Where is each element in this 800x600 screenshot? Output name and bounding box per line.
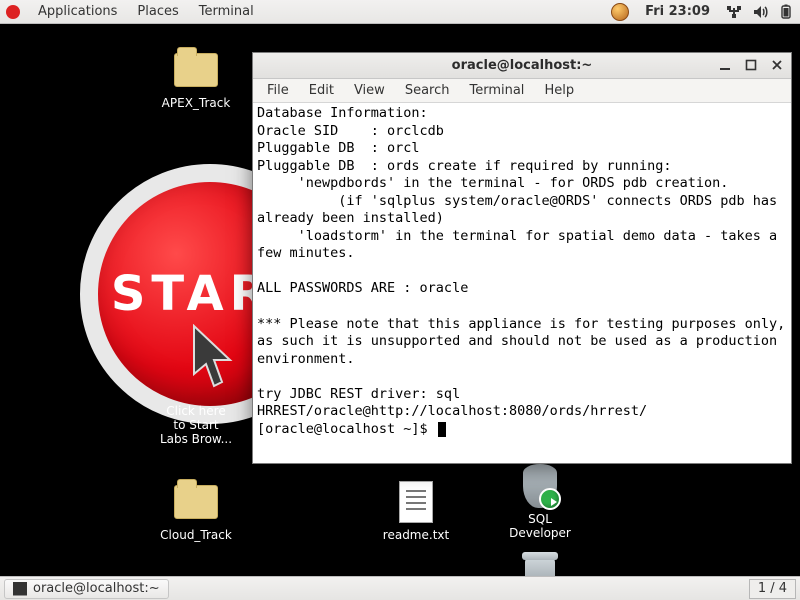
terminal-cursor <box>438 422 446 437</box>
term-menu-view[interactable]: View <box>346 81 393 100</box>
desktop-icon-start-labs[interactable]: Click here to Start Labs Brow... <box>146 404 246 446</box>
icon-label: SQL <box>528 512 552 526</box>
desktop-icon-cloud-track[interactable]: Cloud_Track <box>146 480 246 542</box>
term-menu-terminal[interactable]: Terminal <box>461 81 532 100</box>
term-menu-file[interactable]: File <box>259 81 297 100</box>
term-menu-edit[interactable]: Edit <box>301 81 342 100</box>
term-menu-search[interactable]: Search <box>397 81 458 100</box>
window-maximize-button[interactable] <box>741 55 761 75</box>
taskbar-item-terminal[interactable]: oracle@localhost:~ <box>4 579 169 599</box>
task-label: oracle@localhost:~ <box>33 581 160 596</box>
icon-label: Click here <box>166 404 225 418</box>
text-file-icon <box>399 481 433 523</box>
network-icon[interactable] <box>726 4 742 20</box>
folder-icon <box>174 53 218 87</box>
top-panel: Applications Places Terminal Fri 23:09 <box>0 0 800 24</box>
workspace-label: 1 / 4 <box>758 581 787 596</box>
icon-label: Labs Brow... <box>160 432 232 446</box>
sql-developer-icon <box>523 464 557 508</box>
terminal-window: oracle@localhost:~ File Edit View Search… <box>252 52 792 464</box>
menu-terminal[interactable]: Terminal <box>199 4 254 19</box>
distro-logo-icon <box>6 5 20 19</box>
desktop-icon-readme[interactable]: readme.txt <box>366 480 466 542</box>
icon-label: readme.txt <box>383 528 449 542</box>
system-tray: Fri 23:09 <box>611 3 794 21</box>
icon-label: Developer <box>509 526 571 540</box>
terminal-body[interactable]: Database Information: Oracle SID : orclc… <box>253 103 791 463</box>
bottom-panel: oracle@localhost:~ 1 / 4 <box>0 576 800 600</box>
cursor-arrow-icon <box>190 324 240 394</box>
clock[interactable]: Fri 23:09 <box>645 4 710 19</box>
terminal-icon <box>13 582 27 596</box>
icon-label: to Start <box>173 418 218 432</box>
window-close-button[interactable] <box>767 55 787 75</box>
workspace-switcher[interactable]: 1 / 4 <box>749 579 796 599</box>
window-titlebar[interactable]: oracle@localhost:~ <box>253 53 791 79</box>
menu-applications[interactable]: Applications <box>38 4 117 19</box>
battery-icon[interactable] <box>778 4 794 20</box>
folder-icon <box>174 485 218 519</box>
window-title: oracle@localhost:~ <box>452 58 593 73</box>
term-menu-help[interactable]: Help <box>536 81 582 100</box>
menu-places[interactable]: Places <box>137 4 178 19</box>
desktop-icon-sql-developer[interactable]: SQL Developer <box>490 464 590 540</box>
terminal-prompt: [oracle@localhost ~]$ <box>257 421 436 437</box>
desktop-icon-apex-track[interactable]: APEX_Track <box>146 48 246 110</box>
terminal-menubar: File Edit View Search Terminal Help <box>253 79 791 103</box>
desktop: START APEX_Track Click here to Start Lab… <box>0 24 800 576</box>
update-notifier-icon[interactable] <box>611 3 629 21</box>
window-minimize-button[interactable] <box>715 55 735 75</box>
icon-label: APEX_Track <box>162 96 231 110</box>
icon-label: Cloud_Track <box>160 528 232 542</box>
volume-icon[interactable] <box>752 4 768 20</box>
terminal-output: Database Information: Oracle SID : orclc… <box>257 105 785 419</box>
